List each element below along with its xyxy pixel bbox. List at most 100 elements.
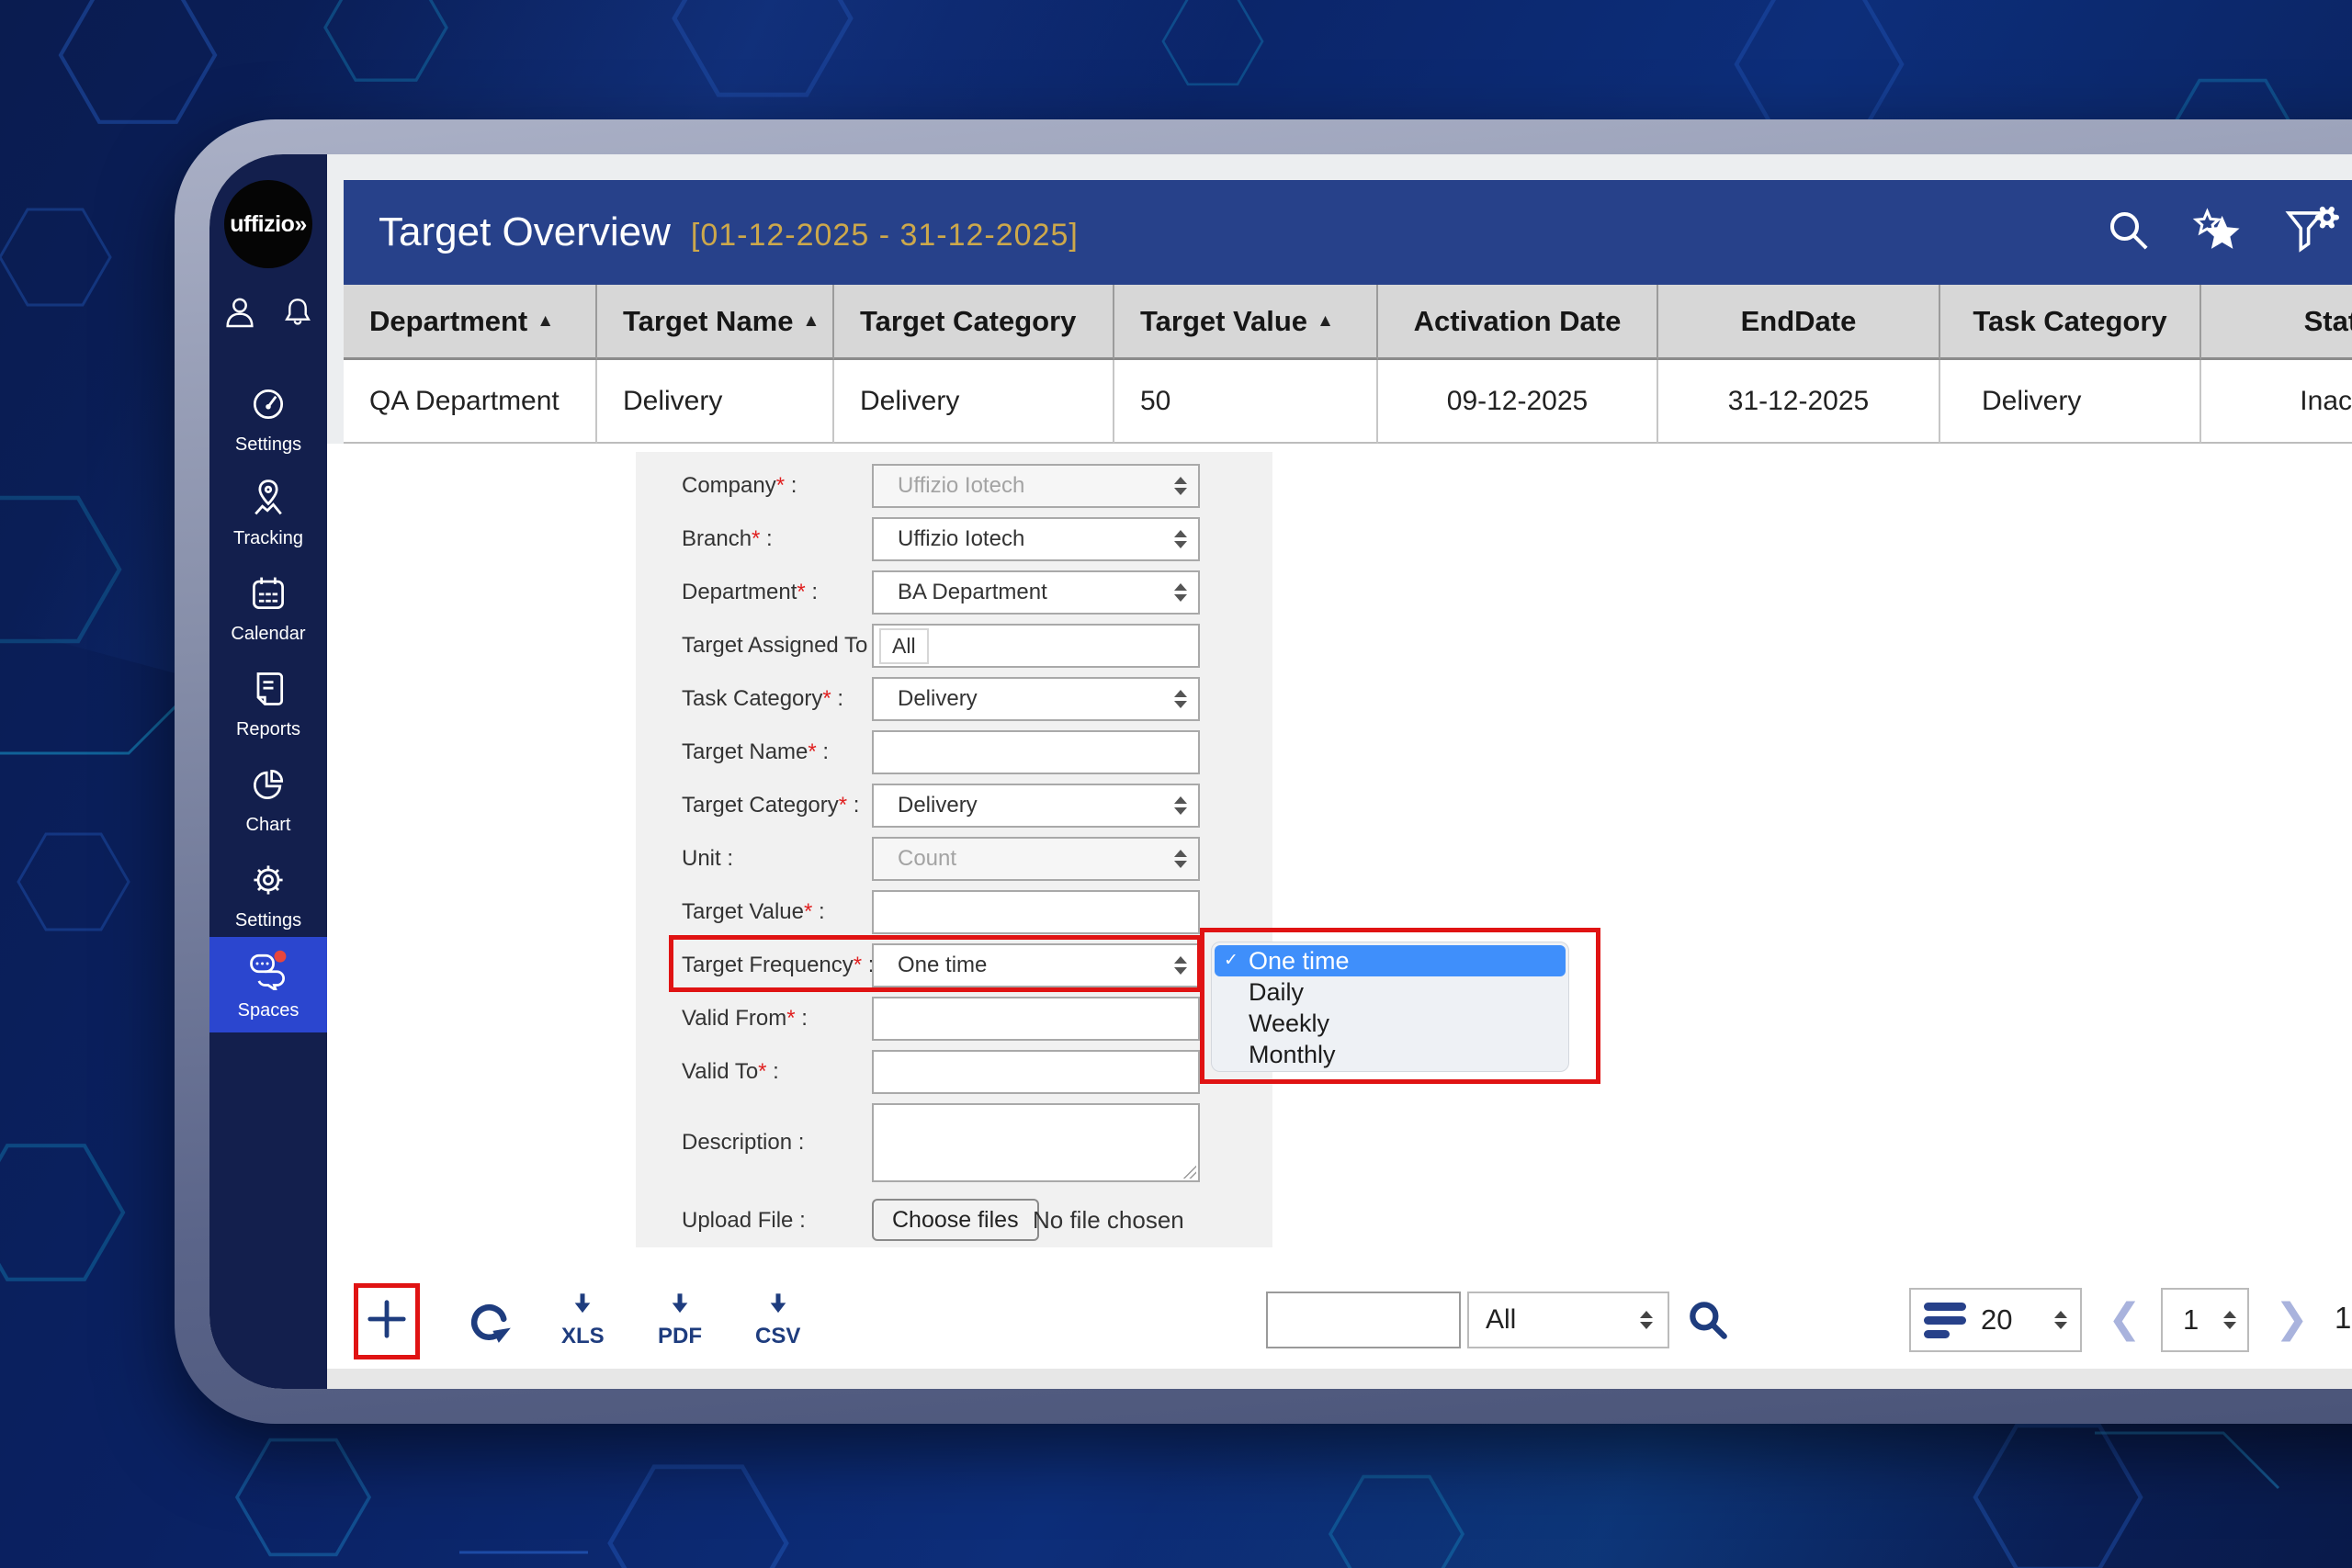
valid-from-input[interactable] [872,997,1200,1041]
app-window: uffizio» [209,154,2352,1389]
logo-text: uffizio» [230,211,307,238]
cell-end-date: 31-12-2025 [1658,360,1940,444]
form-row-upload-file: Upload File : Choose files No file chose… [636,1199,1272,1243]
col-header-target-name[interactable]: Target Name▲ [597,285,834,360]
cell-task-category: Delivery [1940,360,2201,444]
resize-handle-icon[interactable] [1182,1164,1196,1179]
unit-select[interactable]: Count [872,837,1200,881]
field-label: Unit : [682,837,865,881]
table-header-row: Department▲ Target Name▲ Target Category… [344,285,2352,360]
target-assigned-to-input[interactable]: All [872,624,1200,668]
page-number-input[interactable]: 1 [2161,1288,2249,1352]
col-header-target-value[interactable]: Target Value▲ [1114,285,1378,360]
page-size-select[interactable]: 20 [1909,1288,2082,1352]
gauge-icon [248,384,288,429]
branch-select[interactable]: Uffizio Iotech [872,517,1200,561]
screenshot-stage: uffizio» [0,0,2352,1568]
notifications-bell-icon[interactable] [280,294,315,335]
sidebar-item-label: Reports [236,719,300,740]
dropdown-option-weekly[interactable]: Weekly [1212,1008,1568,1039]
select-spinner-icon [1174,477,1187,495]
content-area: Target Overview [01-12-2025 - 31-12-2025… [327,154,2352,1389]
frequency-dropdown: ✓ One time Daily Weekly Monthly [1211,942,1569,1072]
task-category-select[interactable]: Delivery [872,677,1200,721]
dropdown-option-one-time[interactable]: ✓ One time [1215,945,1566,976]
sidebar-item-settings-dashboard[interactable]: Settings [209,384,327,456]
uffizio-logo[interactable]: uffizio» [224,180,312,268]
filter-settings-icon[interactable] [2282,204,2339,262]
date-range: [01-12-2025 - 31-12-2025] [691,218,1079,254]
table-search-input[interactable] [1266,1292,1461,1348]
map-pin-icon [248,478,288,523]
col-header-target-category[interactable]: Target Category [834,285,1114,360]
page-header: Target Overview [01-12-2025 - 31-12-2025… [344,180,2352,285]
next-page-chevron-icon[interactable]: ❯ [2275,1295,2309,1342]
select-spinner-icon [1640,1311,1653,1329]
form-row-valid-to: Valid To* : [636,1050,1272,1094]
select-spinner-icon [1174,796,1187,815]
sidebar-item-calendar[interactable]: Calendar [209,573,327,645]
chat-bubbles-icon [246,948,290,995]
cell-status: Inactive [2201,360,2352,444]
sidebar-item-label: Calendar [231,624,305,645]
select-spinner-icon [1174,583,1187,602]
search-column-select[interactable]: All [1467,1292,1669,1348]
favorites-star-icon[interactable] [2190,205,2245,261]
add-target-button[interactable] [366,1298,408,1345]
export-csv-button[interactable]: CSV [755,1292,800,1349]
valid-to-input[interactable] [872,1050,1200,1094]
sort-asc-icon: ▲ [537,311,554,332]
col-header-department[interactable]: Department▲ [344,285,597,360]
sidebar-item-settings[interactable]: Settings [209,860,327,931]
choose-files-button[interactable]: Choose files [872,1199,1039,1241]
search-submit-icon[interactable] [1685,1297,1731,1348]
pie-chart-icon [248,764,288,809]
col-header-task-category[interactable]: Task Category [1940,285,2201,360]
search-icon[interactable] [2104,206,2154,260]
target-category-select[interactable]: Delivery [872,784,1200,828]
company-select[interactable]: Uffizio Iotech [872,464,1200,508]
table-row[interactable]: QA Department Delivery Delivery 50 09-12… [344,360,2352,444]
sidebar-item-reports[interactable]: Reports [209,669,327,740]
target-value-input[interactable] [872,890,1200,934]
export-xls-button[interactable]: XLS [561,1292,605,1349]
sort-asc-icon: ▲ [1317,311,1334,332]
field-label: Upload File : [682,1199,865,1243]
highlight-box-add-button [354,1283,420,1359]
dropdown-option-daily[interactable]: Daily [1212,976,1568,1008]
col-header-end-date[interactable]: EndDate [1658,285,1940,360]
field-label: Branch* : [682,517,865,561]
all-chip[interactable]: All [879,628,929,664]
download-icon [666,1292,694,1317]
sidebar-item-label: Settings [235,910,301,931]
user-icon[interactable] [221,294,258,335]
sidebar-item-label: Settings [235,434,301,456]
check-icon: ✓ [1224,945,1238,976]
select-spinner-icon [2054,1311,2067,1329]
department-select[interactable]: BA Department [872,570,1200,615]
col-header-status[interactable]: Status [2201,285,2352,360]
highlight-box-target-frequency [669,935,1202,992]
col-header-activation-date[interactable]: Activation Date [1378,285,1658,360]
page-title: Target Overview [379,209,671,255]
description-textarea[interactable] [872,1103,1200,1182]
select-spinner-icon [1174,530,1187,548]
content-bottom-band [327,1369,2352,1389]
sidebar-item-tracking[interactable]: Tracking [209,478,327,549]
sidebar-item-spaces-active[interactable]: Spaces [209,937,327,1032]
dropdown-option-monthly[interactable]: Monthly [1212,1039,1568,1070]
sidebar-item-label: Tracking [233,528,303,549]
form-row-unit: Unit : Count [636,837,1272,881]
form-row-branch: Branch* : Uffizio Iotech [636,517,1272,561]
select-spinner-icon [1174,850,1187,868]
form-row-target-category: Target Category* : Delivery [636,784,1272,828]
refresh-button[interactable] [465,1297,513,1349]
field-label: Valid From* : [682,997,865,1041]
page-total-text: 1 [2335,1301,2351,1336]
field-label: Target Assigned To : [682,624,865,668]
target-name-input[interactable] [872,730,1200,774]
prev-page-chevron-icon[interactable]: ❮ [2108,1295,2142,1342]
form-row-company: Company* : Uffizio Iotech [636,464,1272,508]
sidebar-item-chart[interactable]: Chart [209,764,327,836]
export-pdf-button[interactable]: PDF [658,1292,702,1349]
